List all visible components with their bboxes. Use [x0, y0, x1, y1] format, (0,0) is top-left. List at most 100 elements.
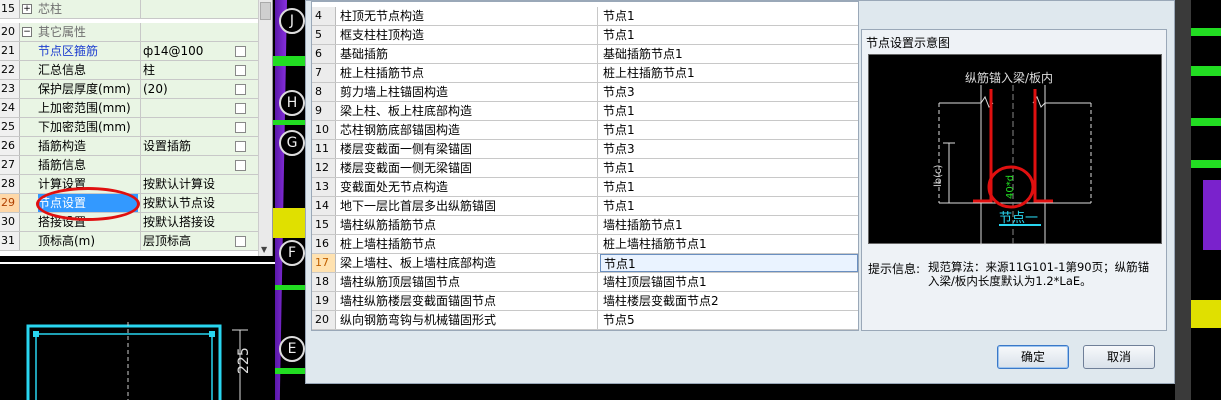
row-number: 5	[312, 26, 336, 44]
scroll-down-icon[interactable]: ▼	[261, 245, 267, 254]
property-row[interactable]: 28 计算设置 按默认计算设	[0, 175, 258, 194]
table-row[interactable]: 10 芯柱钢筋底部锚固构造 节点1	[312, 121, 858, 140]
property-checkbox[interactable]	[235, 236, 246, 247]
node-diagram: 纵筋锚入梁/板内 lb(c) 40*d 节点一	[868, 54, 1162, 245]
row-value[interactable]: 节点1	[600, 254, 858, 272]
scrollbar-thumb[interactable]	[260, 2, 271, 20]
table-row[interactable]: 4 柱顶无节点构造 节点1	[312, 7, 858, 26]
axis-label: F	[287, 245, 297, 261]
property-row[interactable]: 27 插筋信息	[0, 156, 258, 175]
row-number: 19	[312, 292, 336, 310]
property-row[interactable]: 22 汇总信息 柱	[0, 61, 258, 80]
row-value[interactable]: 节点1	[600, 26, 858, 44]
property-value[interactable]: 按默认搭接设	[140, 213, 226, 231]
table-row[interactable]: 7 桩上柱插筋节点 桩上柱插筋节点1	[312, 64, 858, 83]
table-row[interactable]: 11 楼层变截面一侧有梁锚固 节点3	[312, 140, 858, 159]
row-number: 20	[0, 23, 20, 41]
table-row[interactable]: 15 墙柱纵筋插筋节点 墙柱插筋节点1	[312, 216, 858, 235]
row-number: 6	[312, 45, 336, 63]
table-row[interactable]: 8 剪力墙上柱锚固构造 节点3	[312, 83, 858, 102]
property-row[interactable]: 23 保护层厚度(mm) (20)	[0, 80, 258, 99]
row-number: 17	[312, 254, 336, 272]
property-value[interactable]	[140, 99, 226, 117]
row-value[interactable]: 节点1	[600, 159, 858, 177]
property-value[interactable]	[140, 118, 226, 136]
row-value[interactable]: 墙柱插筋节点1	[600, 216, 858, 234]
row-value[interactable]: 节点3	[600, 83, 858, 101]
row-number: 9	[312, 102, 336, 120]
property-checkbox[interactable]	[235, 46, 246, 57]
row-value[interactable]: 节点1	[600, 7, 858, 25]
property-row[interactable]: 31 顶标高(m) 层顶标高	[0, 232, 258, 251]
property-row[interactable]: 26 插筋构造 设置插筋	[0, 137, 258, 156]
node-name-label: 节点一	[999, 211, 1039, 226]
row-value[interactable]: 桩上柱插筋节点1	[600, 64, 858, 82]
property-checkbox[interactable]	[235, 65, 246, 76]
property-value[interactable]	[140, 23, 226, 41]
vertical-scrollbar[interactable]: ▼	[258, 0, 272, 256]
property-name: 插筋构造	[38, 139, 87, 153]
table-row[interactable]: 14 地下一层比首层多出纵筋锚固 节点1	[312, 197, 858, 216]
cad-drawing-area-right[interactable]	[1191, 0, 1221, 400]
diagram-title: 纵筋锚入梁/板内	[965, 71, 1054, 85]
property-value[interactable]: 设置插筋	[140, 137, 226, 155]
axis-bubble-j: J	[279, 8, 305, 34]
row-value[interactable]: 墙柱楼层变截面节点2	[600, 292, 858, 310]
axis-bubble-f: F	[279, 240, 305, 266]
section-drawing	[26, 322, 248, 400]
property-value[interactable]	[140, 0, 226, 18]
table-row[interactable]: 9 梁上柱、板上柱底部构造 节点1	[312, 102, 858, 121]
property-checkbox[interactable]	[235, 160, 246, 171]
property-row[interactable]: 24 上加密范围(mm)	[0, 99, 258, 118]
row-number: 18	[312, 273, 336, 291]
axis-label: H	[286, 95, 298, 111]
row-value[interactable]: 节点1	[600, 178, 858, 196]
row-value[interactable]: 墙柱顶层锚固节点1	[600, 273, 858, 291]
table-row[interactable]: 16 桩上墙柱插筋节点 桩上墙柱插筋节点1	[312, 235, 858, 254]
cad-green-line	[1191, 160, 1221, 168]
section-preview[interactable]: 225	[0, 262, 275, 400]
property-value[interactable]: ф14@100	[140, 42, 226, 60]
row-value[interactable]: 节点1	[600, 102, 858, 120]
property-value[interactable]: 按默认计算设	[140, 175, 226, 193]
row-number: 7	[312, 64, 336, 82]
row-number: 8	[312, 83, 336, 101]
row-number: 30	[0, 213, 20, 231]
row-value[interactable]: 基础插筋节点1	[600, 45, 858, 63]
expand-toggle[interactable]: +	[22, 4, 32, 14]
property-row[interactable]: 30 搭接设置 按默认搭接设	[0, 213, 258, 232]
table-row[interactable]: 6 基础插筋 基础插筋节点1	[312, 45, 858, 64]
property-value[interactable]: 层顶标高	[140, 232, 226, 250]
table-row[interactable]: 20 纵向钢筋弯钩与机械锚固形式 节点5	[312, 311, 858, 330]
table-row[interactable]: 19 墙柱纵筋楼层变截面锚固节点 墙柱楼层变截面节点2	[312, 292, 858, 311]
property-value[interactable]: 柱	[140, 61, 226, 79]
table-row[interactable]: 5 框支柱柱顶构造 节点1	[312, 26, 858, 45]
property-row[interactable]: 20 − 其它属性	[0, 23, 258, 42]
property-row[interactable]: 15 + 芯柱	[0, 0, 258, 19]
property-value[interactable]: (20)	[140, 80, 226, 98]
table-row[interactable]: 13 变截面处无节点构造 节点1	[312, 178, 858, 197]
row-value[interactable]: 桩上墙柱插筋节点1	[600, 235, 858, 253]
property-checkbox[interactable]	[235, 84, 246, 95]
property-row[interactable]: 21 节点区箍筋 ф14@100	[0, 42, 258, 61]
collapse-toggle[interactable]: −	[22, 27, 32, 37]
property-checkbox[interactable]	[235, 141, 246, 152]
property-checkbox[interactable]	[235, 103, 246, 114]
property-name: 插筋信息	[38, 158, 87, 172]
property-checkbox[interactable]	[235, 122, 246, 133]
row-value[interactable]: 节点1	[600, 121, 858, 139]
property-row[interactable]: 25 下加密范围(mm)	[0, 118, 258, 137]
property-value[interactable]	[140, 156, 226, 174]
table-row-selected[interactable]: 17 梁上墙柱、板上墙柱底部构造 节点1	[312, 254, 858, 273]
cancel-button[interactable]: 取消	[1083, 345, 1155, 369]
row-value[interactable]: 节点1	[600, 197, 858, 215]
row-value[interactable]: 节点3	[600, 140, 858, 158]
property-row-selected[interactable]: 29 节点设置 按默认节点设	[0, 194, 258, 213]
table-row[interactable]: 12 楼层变截面一侧无梁锚固 节点1	[312, 159, 858, 178]
panel-title: 节点设置示意图	[866, 36, 951, 50]
row-name: 桩上柱插筋节点	[338, 64, 598, 82]
ok-button[interactable]: 确定	[997, 345, 1069, 369]
property-value[interactable]: 按默认节点设	[140, 194, 226, 212]
row-value[interactable]: 节点5	[600, 311, 858, 329]
table-row[interactable]: 18 墙柱纵筋顶层锚固节点 墙柱顶层锚固节点1	[312, 273, 858, 292]
